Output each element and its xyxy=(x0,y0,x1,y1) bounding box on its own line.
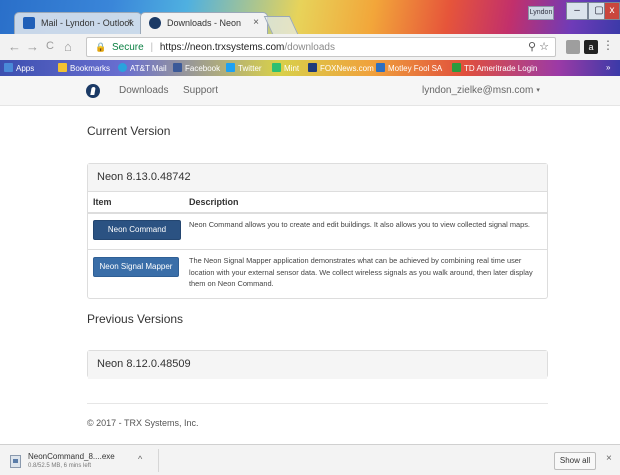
bookmark-label: Facebook xyxy=(185,64,221,73)
mint-leaf-icon xyxy=(272,63,281,72)
neon-favicon-icon xyxy=(149,17,161,29)
caret-down-icon: ▾ xyxy=(536,87,540,94)
url-host: https://neon.trxsystems.com xyxy=(159,42,285,53)
bookmark-label: Mint xyxy=(284,64,300,73)
facebook-icon xyxy=(173,63,182,72)
extension-a-icon[interactable]: a xyxy=(584,40,598,54)
bookmarks-bar: Apps Bookmarks AT&T Mail Facebook Twitte… xyxy=(0,60,620,76)
bookmark-att-mail[interactable]: AT&T Mail xyxy=(118,63,167,73)
window-close-button[interactable]: x xyxy=(604,2,620,20)
current-version-heading: Current Version xyxy=(87,124,171,138)
column-header-description: Description xyxy=(189,197,239,207)
neon-command-download-button[interactable]: Neon Command xyxy=(93,220,181,240)
foxnews-icon xyxy=(308,63,317,72)
show-all-downloads-button[interactable]: Show all xyxy=(554,452,596,470)
bookmark-label: Apps xyxy=(16,64,35,73)
tab-neon-downloads[interactable]: Downloads - Neon × xyxy=(140,12,268,34)
bookmark-motley-fool[interactable]: Motley Fool SA xyxy=(376,63,442,73)
bookmark-facebook[interactable]: Facebook xyxy=(173,63,220,73)
att-globe-icon xyxy=(118,63,127,72)
bookmark-label: AT&T Mail xyxy=(130,64,167,73)
bookmark-mint[interactable]: Mint xyxy=(272,63,299,73)
table-header-row: Item Description xyxy=(88,192,547,214)
reload-icon[interactable]: C xyxy=(46,40,54,52)
bookmarks-overflow-icon[interactable]: » xyxy=(606,63,610,72)
bookmark-bookmarks[interactable]: Bookmarks xyxy=(58,63,110,73)
download-progress-status: 0.8/52.5 MB, 6 mins left xyxy=(28,463,92,469)
bookmark-foxnews[interactable]: FOXNews.com xyxy=(308,63,374,73)
close-shelf-icon[interactable]: × xyxy=(606,453,612,464)
motley-fool-icon xyxy=(376,63,385,72)
previous-version-panel[interactable]: Neon 8.12.0.48509 xyxy=(87,350,548,379)
table-row: Neon Command Neon Command allows you to … xyxy=(88,214,547,250)
tab-label: Mail - Lyndon - Outlook xyxy=(41,18,134,28)
address-separator: | xyxy=(150,42,154,53)
bookmark-apps[interactable]: Apps xyxy=(4,63,34,73)
previous-version-number: Neon 8.12.0.48509 xyxy=(88,351,547,379)
previous-versions-heading: Previous Versions xyxy=(87,312,184,326)
outlook-icon xyxy=(23,17,35,29)
tab-label: Downloads - Neon xyxy=(167,18,242,28)
current-version-panel: Neon 8.13.0.48742 Item Description Neon … xyxy=(87,163,548,299)
bookmark-label: FOXNews.com xyxy=(320,64,374,73)
extension-icon[interactable] xyxy=(566,40,580,54)
browser-toolbar: ← → C ⌂ 🔒 Secure | https://neon.trxsyste… xyxy=(0,34,620,60)
neon-signal-mapper-description: The Neon Signal Mapper application demon… xyxy=(189,256,533,288)
profile-button[interactable]: Lyndon xyxy=(528,6,554,20)
download-options-caret-icon[interactable]: ^ xyxy=(138,454,142,464)
lock-icon: 🔒 xyxy=(95,42,107,52)
download-shelf: NeonCommand_8....exe 0.8/52.5 MB, 6 mins… xyxy=(0,444,620,475)
folder-icon xyxy=(58,63,67,72)
address-bar[interactable]: 🔒 Secure | https://neon.trxsystems.com/d… xyxy=(86,37,556,57)
user-account-menu[interactable]: lyndon_zielke@msn.com ▾ xyxy=(422,85,540,96)
shelf-separator xyxy=(158,449,159,472)
bookmark-star-icon[interactable]: ⚲ ☆ xyxy=(528,38,549,56)
bookmark-label: Motley Fool SA xyxy=(388,64,443,73)
neon-logo-icon[interactable] xyxy=(86,84,100,98)
home-icon[interactable]: ⌂ xyxy=(64,39,72,54)
tab-close-icon[interactable]: × xyxy=(127,13,133,33)
tab-close-icon[interactable]: × xyxy=(253,13,259,33)
tab-outlook-mail[interactable]: Mail - Lyndon - Outlook × xyxy=(14,12,142,34)
new-tab-button[interactable] xyxy=(263,16,299,34)
current-version-number: Neon 8.13.0.48742 xyxy=(88,164,547,192)
secure-label: Secure xyxy=(112,42,144,53)
exe-file-icon xyxy=(10,455,21,468)
column-header-item: Item xyxy=(93,197,112,207)
neon-command-description: Neon Command allows you to create and ed… xyxy=(189,220,530,229)
site-navbar: Downloads Support lyndon_zielke@msn.com ▾ xyxy=(0,76,620,106)
apps-grid-icon xyxy=(4,63,13,72)
nav-downloads-link[interactable]: Downloads xyxy=(119,85,168,96)
browser-title-bar: Mail - Lyndon - Outlook × Downloads - Ne… xyxy=(0,0,620,34)
bookmark-twitter[interactable]: Twitter xyxy=(226,63,262,73)
footer-copyright: © 2017 - TRX Systems, Inc. xyxy=(87,418,199,428)
forward-arrow-icon[interactable]: → xyxy=(26,39,39,54)
table-row: Neon Signal Mapper The Neon Signal Mappe… xyxy=(88,250,547,298)
back-arrow-icon[interactable]: ← xyxy=(8,39,21,54)
td-ameritrade-icon xyxy=(452,63,461,72)
bookmark-td-ameritrade[interactable]: TD Ameritrade Login xyxy=(452,63,537,73)
twitter-icon xyxy=(226,63,235,72)
user-email: lyndon_zielke@msn.com xyxy=(422,85,534,96)
url-path: /downloads xyxy=(284,42,335,53)
minimize-button[interactable]: – xyxy=(566,2,588,20)
bookmark-label: Bookmarks xyxy=(70,64,111,73)
nav-support-link[interactable]: Support xyxy=(183,85,218,96)
bookmark-label: TD Ameritrade Login xyxy=(464,64,538,73)
chrome-menu-icon[interactable]: ⋮ xyxy=(602,38,616,52)
neon-signal-mapper-download-button[interactable]: Neon Signal Mapper xyxy=(93,257,179,277)
bookmark-label: Twitter xyxy=(238,64,262,73)
download-file-name[interactable]: NeonCommand_8....exe xyxy=(28,452,115,461)
footer-divider xyxy=(87,403,548,404)
